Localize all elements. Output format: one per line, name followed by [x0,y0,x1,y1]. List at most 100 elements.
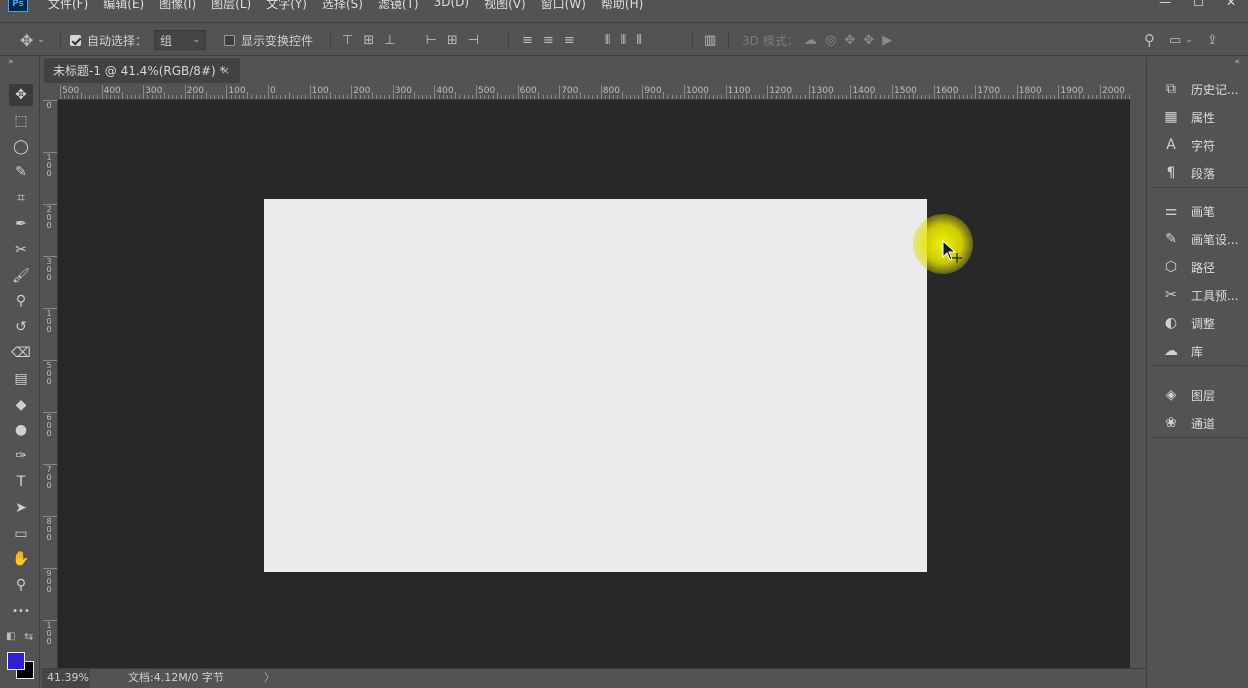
horizontal-ruler[interactable]: 500 400 300 200 100 0 100 200 300 400 500 600 700 800… [58,84,1130,100]
panel-layers[interactable]: ◈ 图层 [1151,381,1247,409]
eraser-tool-icon: ⌫ [11,345,31,361]
swap-colors-icon[interactable]: ⇆ [24,630,33,643]
panel-paths[interactable]: ⬡ 路径 [1151,253,1247,281]
auto-select-checkbox[interactable]: 自动选择： [70,23,147,57]
panel-label: 画笔设... [1191,232,1239,247]
paths-icon: ⬡ [1164,259,1178,275]
align-bottom-icon[interactable]: ⊥ [384,33,395,48]
distribute-left-icon[interactable]: ⦀ [605,33,611,48]
zoom-level[interactable]: 41.39% [42,669,90,688]
eyedropper-tool[interactable]: ✒ [9,213,33,235]
ruler-corner[interactable] [42,84,58,100]
gradient-tool[interactable]: ▤ [9,368,33,390]
distribute-hcenter-icon[interactable]: ⦀ [620,33,626,48]
distribute-bottom-icon[interactable]: ≡ [564,33,575,48]
panel-brush-settings[interactable]: ✎ 画笔设... [1151,225,1247,253]
type-tool-icon: T [16,474,26,490]
panel-brushes[interactable]: ⚌ 画笔 [1151,197,1247,225]
vertical-scrollbar[interactable] [1130,84,1146,668]
close-window-button[interactable]: ✕ [1226,0,1236,9]
panel-history[interactable]: ⧉ 历史记... [1151,75,1247,103]
scale-3d-icon[interactable]: ▶ [882,33,892,48]
stamp-tool[interactable]: ⚲ [9,290,33,312]
menu-item[interactable]: 图像(I) [159,0,196,12]
more-tools[interactable]: ••• [9,600,33,622]
dodge-tool[interactable]: ● [9,419,33,441]
path-select-tool-icon: ➤ [15,499,27,516]
slide-3d-icon[interactable]: ✥ [863,33,874,48]
roll-3d-icon[interactable]: ◎ [825,33,836,48]
menu-item[interactable]: 编辑(E) [103,0,144,12]
auto-select-check[interactable] [70,34,81,46]
document-tab[interactable]: 未标题-1 @ 41.4%(RGB/8#) * × [44,57,240,83]
show-transform-check[interactable] [224,34,235,46]
distribute-vcenter-icon[interactable]: ≡ [543,33,554,48]
menu-item[interactable]: 3D(D) [434,0,469,12]
align-right-icon[interactable]: ⊣ [468,33,479,48]
panel-character[interactable]: A 字符 [1151,131,1247,159]
panel-adjustments[interactable]: ◐ 调整 [1151,309,1247,337]
brushes-icon: ⚌ [1164,203,1178,219]
distribute-right-icon[interactable]: ⦀ [636,33,642,48]
hand-tool[interactable]: ✋ [9,548,33,570]
marquee-tool[interactable]: ⬚ [9,110,33,132]
align-hcenter-icon[interactable]: ⊞ [447,33,458,48]
history-brush-tool-icon: ↺ [15,319,27,336]
distribute-top-icon[interactable]: ≡ [522,33,533,48]
align-vcenter-icon[interactable]: ⊞ [363,33,374,48]
minimize-button[interactable]: — [1159,0,1171,9]
paragraph-icon: ¶ [1166,165,1176,181]
chevron-down-icon[interactable]: ⌄ [1185,35,1193,45]
collapse-icon[interactable]: « [1234,57,1240,67]
menu-item[interactable]: 选择(S) [322,0,363,12]
share-icon[interactable]: ⇪ [1207,33,1218,48]
panel-channels[interactable]: ❀ 通道 [1151,409,1247,437]
menu-item[interactable]: 文件(F) [48,0,88,12]
panel-libraries[interactable]: ☁ 库 [1151,337,1247,365]
align-left-icon[interactable]: ⊢ [426,33,437,48]
pan-3d-icon[interactable]: ✥ [844,33,855,48]
menu-item[interactable]: 窗口(W) [541,0,586,12]
menu-item[interactable]: 帮助(H) [601,0,643,12]
menu-item[interactable]: 滤镜(T) [378,0,419,12]
gradient-tool-icon: ▤ [14,370,28,387]
healing-tool[interactable]: ✂ [9,239,33,261]
foreground-color-swatch[interactable] [7,652,25,670]
search-icon[interactable]: ⚲ [1144,31,1155,49]
vertical-ruler[interactable]: 0 1 0 0 2 0 0 3 0 0 1 0 0 5 0 0 6 0 0 7 0 0 8 0 … [42,100,58,668]
move-tool-preset-picker[interactable]: ✥ ⌄ [20,23,45,57]
collapse-icon[interactable]: » [8,57,14,67]
panel-tool-presets[interactable]: ✂ 工具预... [1151,281,1247,309]
show-transform-checkbox[interactable]: 显示变换控件 [224,23,313,57]
workspace-icon[interactable]: ▭ [1169,33,1181,48]
type-tool[interactable]: T [9,471,33,493]
panel-paragraph[interactable]: ¶ 段落 [1151,159,1247,187]
auto-select-dropdown[interactable]: 组 ⌄ [154,23,206,57]
panel-properties[interactable]: ▦ 属性 [1151,103,1247,131]
quick-select-tool[interactable]: ✎ [9,161,33,183]
history-brush-tool[interactable]: ↺ [9,316,33,338]
maximize-button[interactable]: ☐ [1193,0,1204,9]
menu-item[interactable]: 图层(L) [211,0,251,12]
menu-item[interactable]: 视图(V) [484,0,526,12]
path-select-tool[interactable]: ➤ [9,497,33,519]
align-top-icon[interactable]: ⊤ [342,33,353,48]
brush-tool[interactable]: 🖌 [9,265,33,287]
eraser-tool[interactable]: ⌫ [9,342,33,364]
blur-tool[interactable]: ◆ [9,394,33,416]
default-colors-icon[interactable]: ◧ [6,631,15,642]
pen-tool[interactable]: ✑ [9,445,33,467]
crop-tool[interactable]: ⌗ [9,187,33,209]
status-menu-arrow[interactable]: 〉 [264,669,275,687]
panel-label: 属性 [1191,110,1216,125]
auto-align-button[interactable]: ▥ [704,23,716,57]
rectangle-tool[interactable]: ▭ [9,523,33,545]
move-tool[interactable]: ✥ [9,84,33,106]
character-icon: A [1166,137,1176,153]
document-canvas[interactable] [264,199,927,572]
orbit-3d-icon[interactable]: ☁ [804,33,817,48]
close-tab-icon[interactable]: × [221,58,230,84]
lasso-tool[interactable]: ◯ [9,136,33,158]
menu-item[interactable]: 文字(Y) [266,0,307,12]
zoom-tool[interactable]: ⚲ [9,574,33,596]
